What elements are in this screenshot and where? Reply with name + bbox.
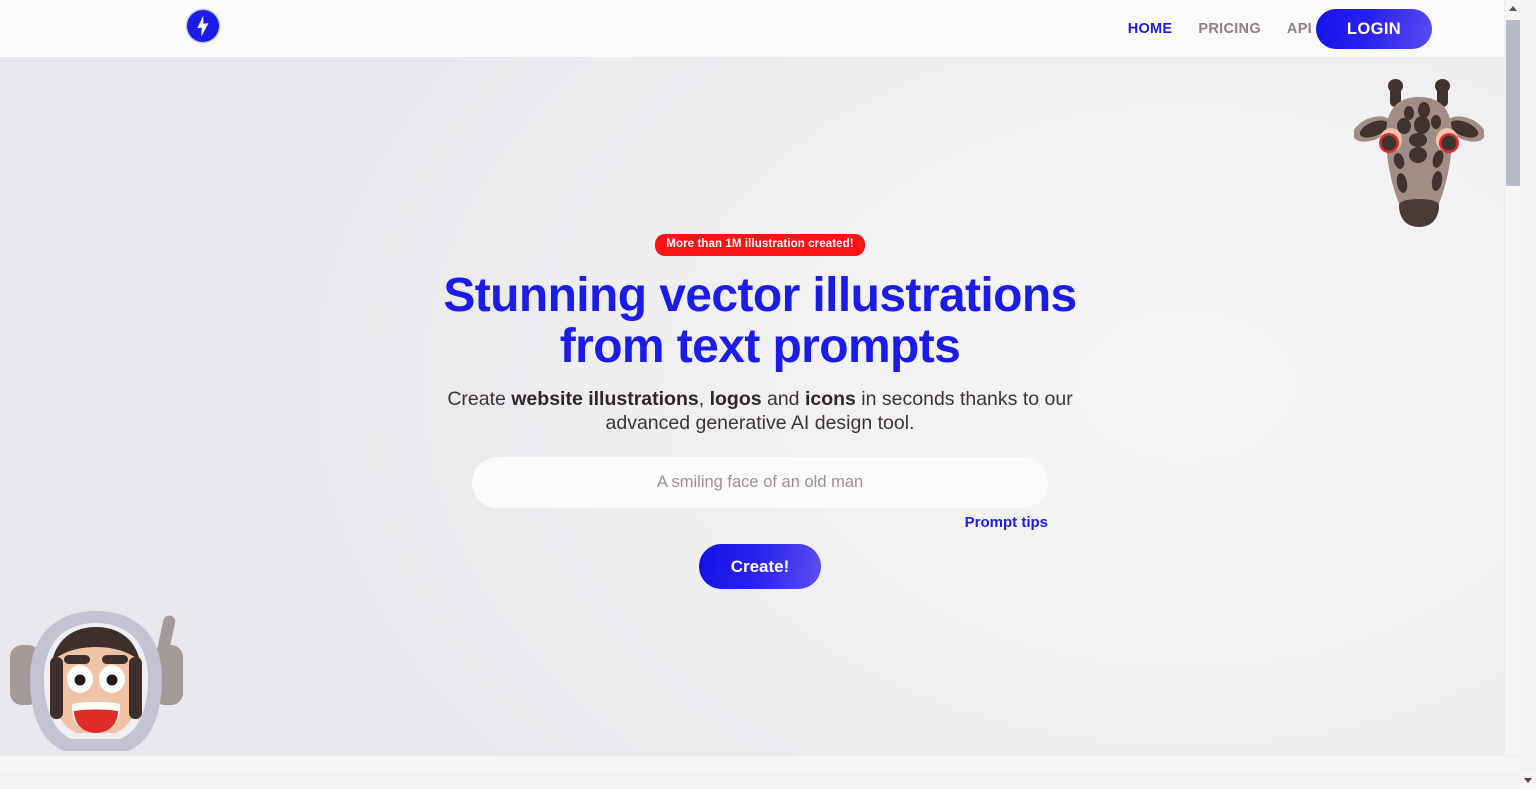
site-header: HOME PRICING API LOGIN	[0, 0, 1520, 57]
vertical-scrollbar[interactable]	[1504, 0, 1520, 772]
hero-subtitle: Create website illustrations, logos and …	[440, 388, 1080, 435]
subtitle-bold-logos: logos	[709, 388, 762, 411]
vertical-scrollbar-thumb[interactable]	[1506, 20, 1520, 186]
scroll-up-caret-up-icon[interactable]	[1505, 0, 1520, 17]
browser-viewport: HOME PRICING API LOGIN More than 1M illu…	[0, 0, 1536, 789]
hero-section: More than 1M illustration created! Stunn…	[0, 57, 1520, 772]
subtitle-bold-website-illustrations: website illustrations	[511, 388, 699, 411]
page-root: HOME PRICING API LOGIN More than 1M illu…	[0, 0, 1520, 772]
subtitle-part-2: ,	[698, 388, 710, 411]
site-logo[interactable]	[185, 8, 221, 44]
status-badge: More than 1M illustration created!	[655, 234, 865, 256]
subtitle-bold-icons: icons	[804, 388, 856, 411]
nav-item-pricing[interactable]: PRICING	[1198, 21, 1261, 37]
prompt-input[interactable]	[472, 457, 1048, 509]
astronaut-face-illustration	[8, 607, 188, 762]
lightning-bolt-logo-icon	[185, 8, 221, 44]
create-button[interactable]: Create!	[699, 544, 821, 590]
prompt-tips-link[interactable]: Prompt tips	[965, 514, 1048, 531]
nav-item-api[interactable]: API	[1287, 21, 1312, 37]
scroll-down-caret-down-icon[interactable]	[1520, 772, 1536, 789]
login-button[interactable]: LOGIN	[1316, 9, 1432, 49]
subtitle-part-1: Create	[447, 388, 512, 411]
prompt-tips-row: Prompt tips	[472, 514, 1048, 532]
giraffe-head-illustration	[1353, 77, 1485, 242]
page-title: Stunning vector illustrations from text …	[443, 268, 1077, 373]
nav-item-home[interactable]: HOME	[1128, 21, 1173, 37]
subtitle-part-3: and	[761, 388, 805, 411]
hero-content: More than 1M illustration created! Stunn…	[440, 57, 1080, 590]
main-nav: HOME PRICING API	[1128, 0, 1312, 57]
horizontal-scrollbar[interactable]	[0, 755, 1520, 772]
